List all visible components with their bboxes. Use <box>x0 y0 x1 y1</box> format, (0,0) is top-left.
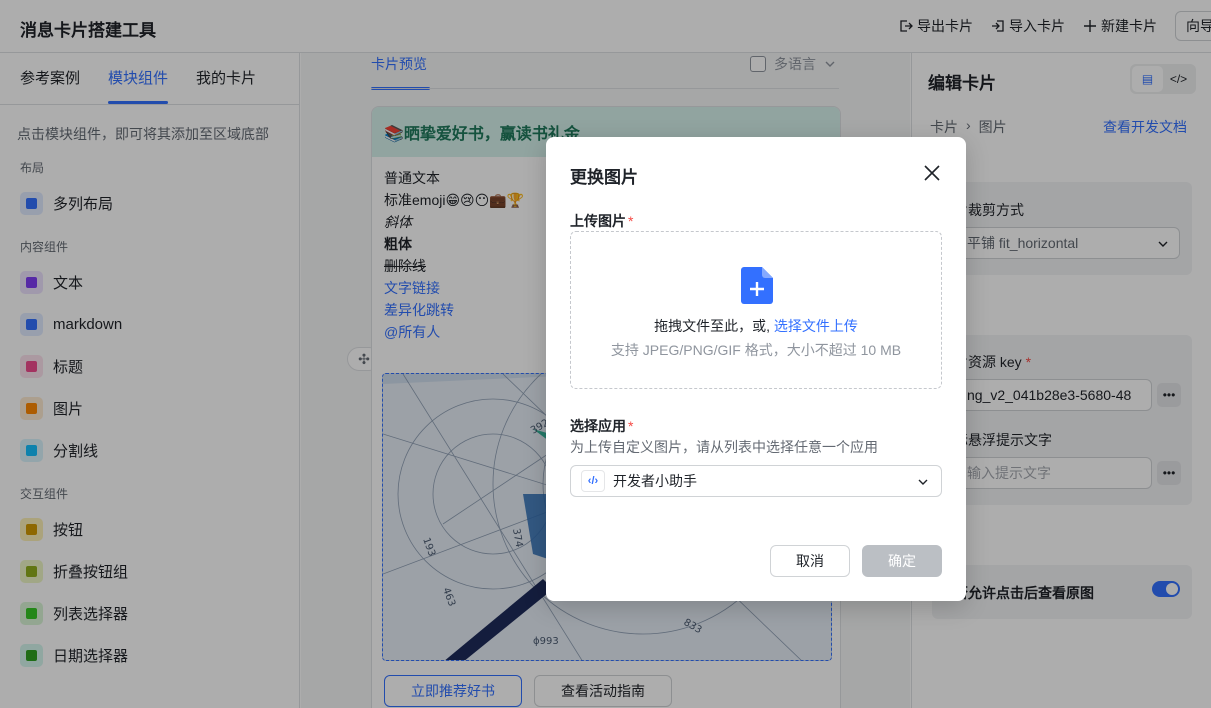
upload-file-icon <box>741 267 773 304</box>
chevron-down-icon <box>918 479 928 485</box>
select-app-label: 选择应用 * <box>570 418 634 434</box>
app-select-value: 开发者小助手 <box>613 473 697 489</box>
app-select[interactable]: ‹/› 开发者小助手 <box>570 465 942 497</box>
select-file-link[interactable]: 选择文件上传 <box>774 318 858 334</box>
cancel-button[interactable]: 取消 <box>770 545 850 577</box>
select-app-description: 为上传自定义图片，请从列表中选择任意一个应用 <box>570 439 878 455</box>
developer-assistant-icon: ‹/› <box>581 470 605 492</box>
dropzone-text: 拖拽文件至此，或, 选择文件上传 <box>654 318 858 334</box>
upload-image-label: 上传图片 * <box>570 213 634 229</box>
close-icon[interactable] <box>922 163 942 183</box>
dropzone-format-hint: 支持 JPEG/PNG/GIF 格式，大小不超过 10 MB <box>610 342 902 358</box>
confirm-button[interactable]: 确定 <box>862 545 942 577</box>
dialog-title: 更换图片 <box>570 168 638 187</box>
upload-dropzone[interactable]: 拖拽文件至此，或, 选择文件上传 支持 JPEG/PNG/GIF 格式，大小不超… <box>570 231 942 389</box>
replace-image-dialog: 更换图片 上传图片 * 拖拽文件至此，或, 选择文件上传 支持 JPEG/PNG/… <box>546 137 966 601</box>
